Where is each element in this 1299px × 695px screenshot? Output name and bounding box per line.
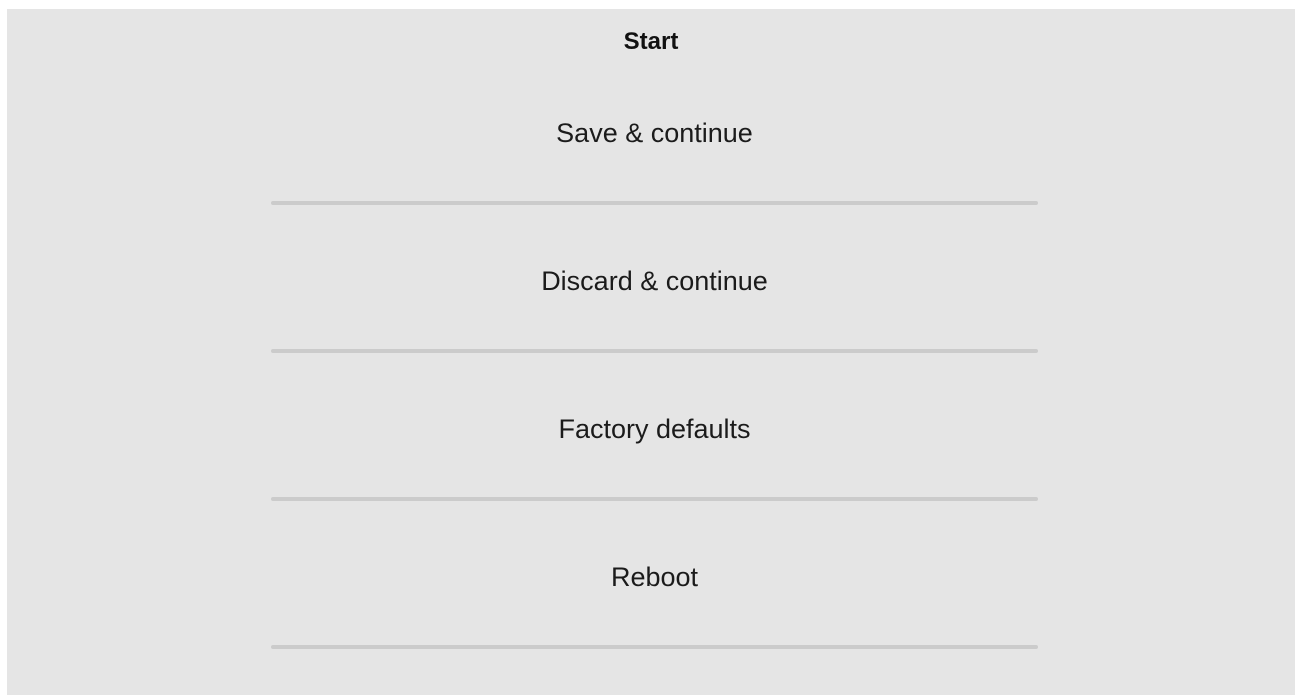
start-menu: Save & continue Discard & continue Facto… bbox=[271, 57, 1038, 649]
reboot-button[interactable]: Reboot bbox=[271, 501, 1038, 649]
dialog-title: Start bbox=[623, 28, 679, 55]
discard-and-continue-label: Discard & continue bbox=[541, 266, 768, 296]
start-dialog: Start Save & continue Discard & continue… bbox=[7, 9, 1295, 695]
menu-divider bbox=[271, 645, 1038, 649]
save-and-continue-label: Save & continue bbox=[556, 118, 753, 148]
save-and-continue-button[interactable]: Save & continue bbox=[271, 57, 1038, 205]
discard-and-continue-button[interactable]: Discard & continue bbox=[271, 205, 1038, 353]
factory-defaults-label: Factory defaults bbox=[558, 414, 751, 444]
factory-defaults-button[interactable]: Factory defaults bbox=[271, 353, 1038, 501]
reboot-label: Reboot bbox=[610, 562, 699, 592]
